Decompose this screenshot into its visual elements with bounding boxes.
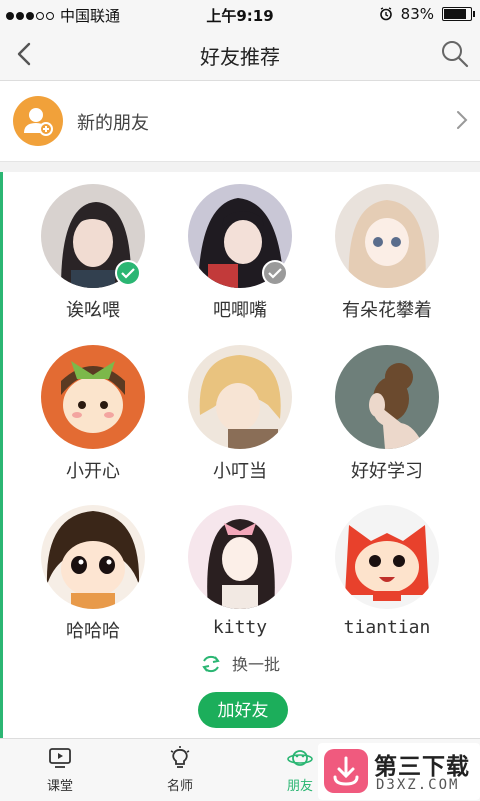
- tab-teachers[interactable]: 名师: [140, 745, 220, 794]
- friend-name: 小开心: [66, 461, 120, 482]
- download-logo-icon: [324, 749, 368, 793]
- avatar: [188, 345, 292, 449]
- refresh-icon: [200, 653, 222, 679]
- search-icon: [442, 41, 469, 68]
- avatar: [41, 345, 145, 449]
- friend-card[interactable]: 吧唧嘴: [170, 184, 310, 322]
- new-friend-icon: [13, 96, 63, 146]
- tab-classroom[interactable]: 课堂: [20, 745, 100, 794]
- avatar-wrap: [41, 184, 145, 288]
- avatar: [335, 184, 439, 288]
- friend-card[interactable]: tiantian: [317, 505, 457, 638]
- lightbulb-icon: [170, 746, 190, 768]
- section-divider: [0, 162, 480, 172]
- page-title: 好友推荐: [200, 45, 280, 69]
- battery-group: 83%: [379, 5, 475, 23]
- play-screen-icon: [49, 748, 71, 768]
- selected-check-icon: [262, 260, 288, 286]
- avatar-wrap: [188, 345, 292, 449]
- friend-name: 有朵花攀着: [342, 300, 432, 321]
- friend-card[interactable]: 好好学习: [317, 345, 457, 483]
- status-bar: 中国联通 上午9:19 83%: [0, 0, 480, 28]
- friend-name: tiantian: [343, 617, 431, 638]
- friend-card[interactable]: kitty: [170, 505, 310, 638]
- alarm-icon: [379, 7, 392, 21]
- planet-icon: [287, 750, 313, 766]
- new-friends-row[interactable]: 新的朋友: [0, 81, 480, 162]
- avatar: [335, 345, 439, 449]
- avatar: [188, 505, 292, 609]
- tab-label: 名师: [166, 779, 193, 794]
- avatar: [41, 505, 145, 609]
- watermark-title: 第三下载: [374, 754, 470, 780]
- avatar-wrap: [188, 184, 292, 288]
- battery-fill: [444, 9, 466, 19]
- nav-bar: 好友推荐: [0, 28, 480, 81]
- selected-check-icon: [115, 260, 141, 286]
- tab-label: 朋友: [286, 779, 313, 794]
- watermark-subtitle: D3XZ.COM: [376, 777, 460, 793]
- friend-card[interactable]: 诶吆喂: [23, 184, 163, 322]
- friend-name: 哈哈哈: [66, 621, 120, 642]
- watermark-badge: 第三下载 D3XZ.COM: [318, 743, 480, 800]
- chevron-right-icon: [454, 109, 470, 131]
- search-button[interactable]: [438, 37, 472, 71]
- battery-icon: [442, 7, 475, 21]
- avatar: [335, 505, 439, 609]
- friend-name: 吧唧嘴: [213, 300, 267, 321]
- avatar-wrap: [188, 505, 292, 609]
- avatar-wrap: [41, 505, 145, 609]
- battery-percent: 83%: [400, 5, 434, 23]
- new-friends-label: 新的朋友: [77, 113, 149, 134]
- avatar-wrap: [41, 345, 145, 449]
- friend-name: 诶吆喂: [66, 300, 120, 321]
- avatar-wrap: [335, 505, 439, 609]
- friend-name: 好好学习: [351, 461, 423, 482]
- friend-card[interactable]: 哈哈哈: [23, 505, 163, 643]
- tab-label: 课堂: [46, 779, 73, 794]
- add-friend-button[interactable]: 加好友: [198, 692, 288, 728]
- friend-card[interactable]: 有朵花攀着: [317, 184, 457, 322]
- friend-name: 小叮当: [213, 461, 267, 482]
- friend-card[interactable]: 小开心: [23, 345, 163, 483]
- refresh-label: 换一批: [231, 655, 280, 674]
- friend-name: kitty: [212, 617, 268, 638]
- avatar-wrap: [335, 184, 439, 288]
- friend-card[interactable]: 小叮当: [170, 345, 310, 483]
- refresh-button[interactable]: 换一批: [0, 651, 480, 679]
- avatar-wrap: [335, 345, 439, 449]
